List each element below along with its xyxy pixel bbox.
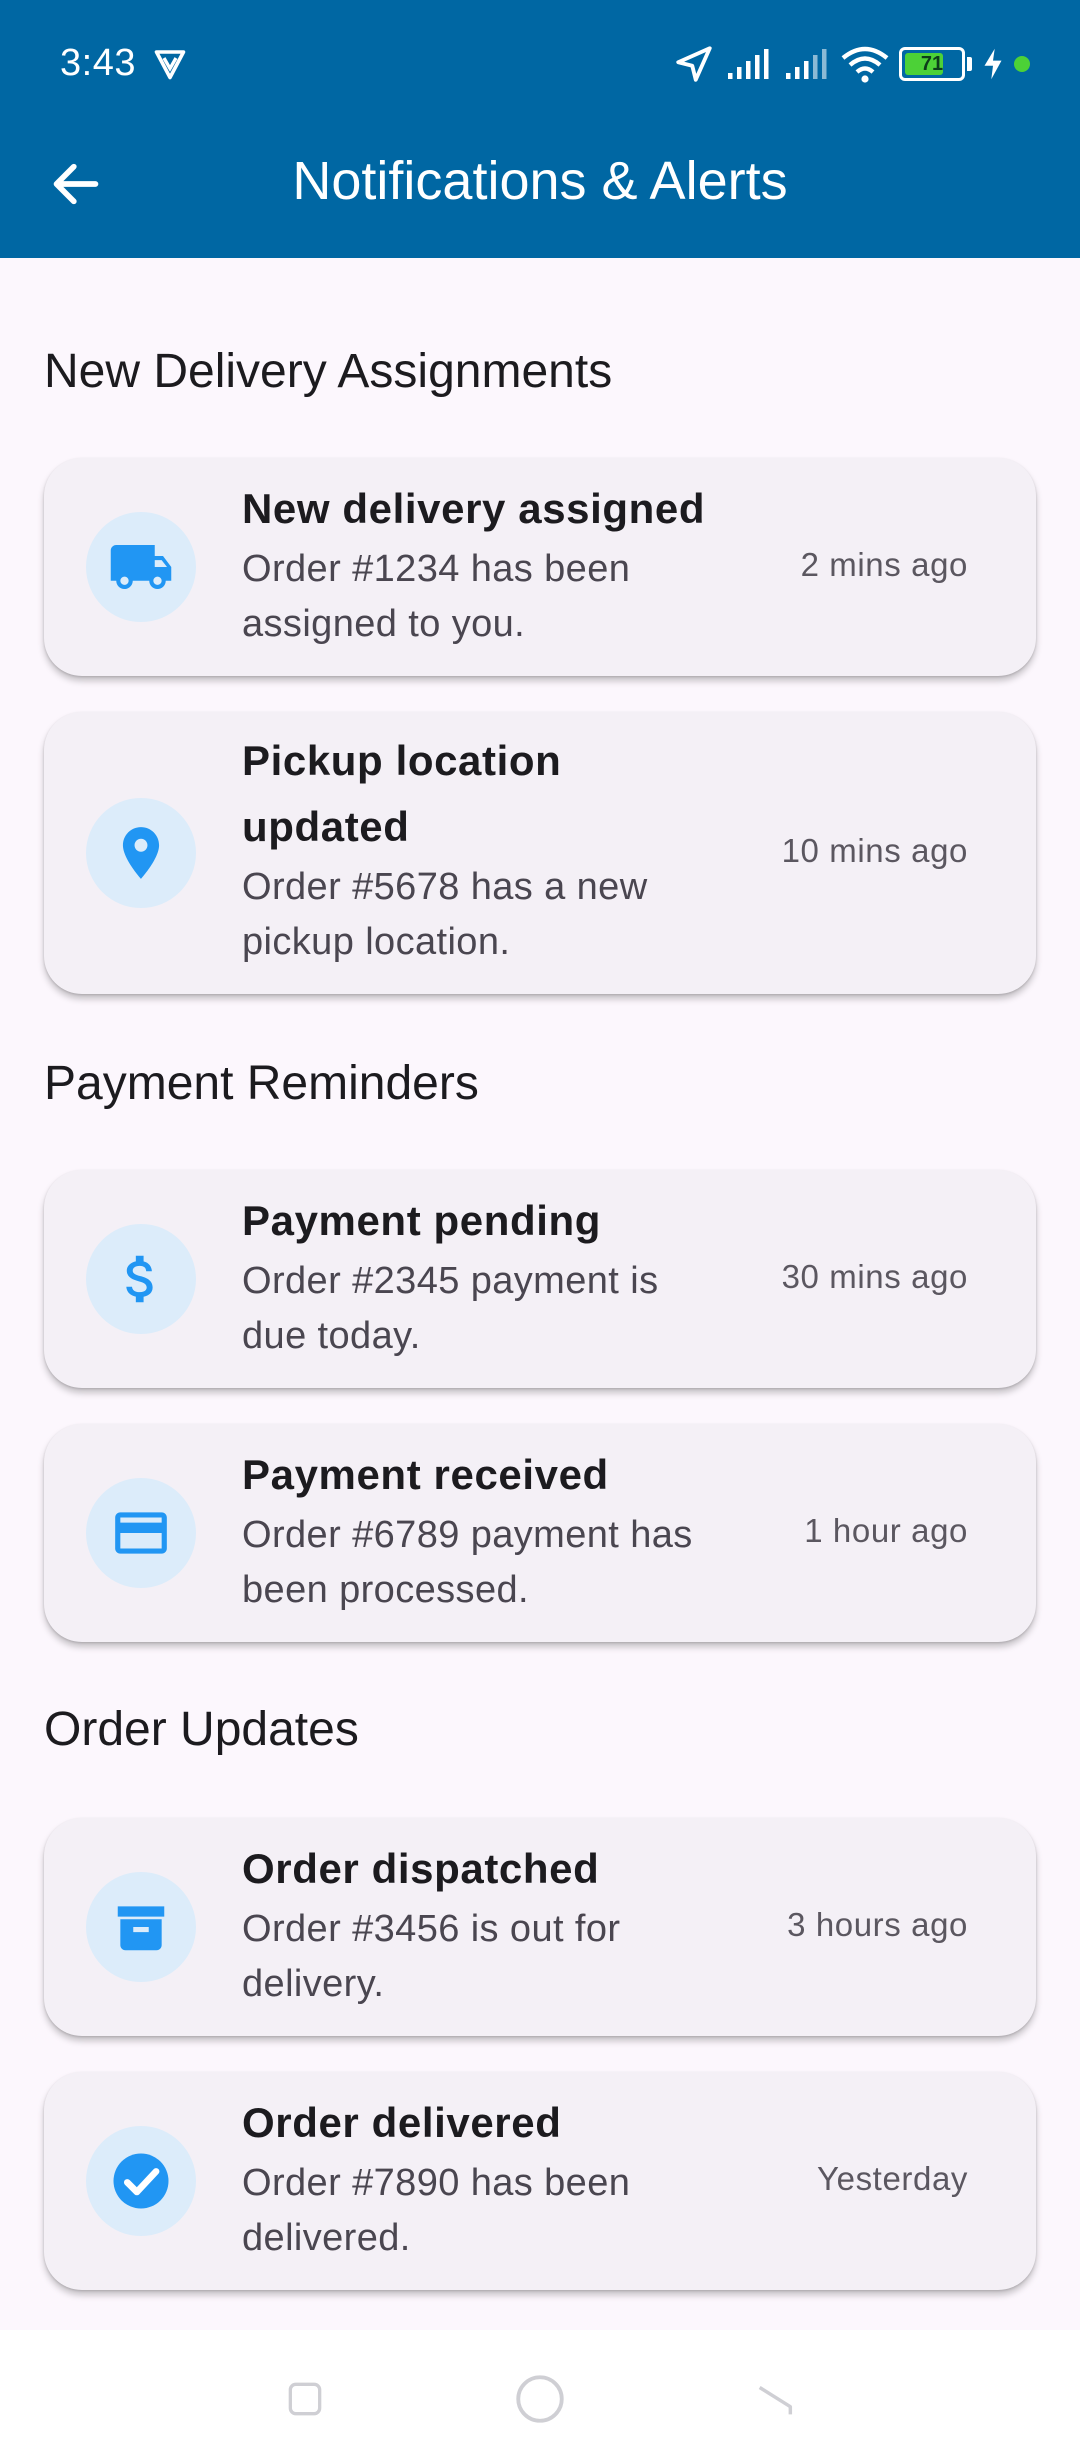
timestamp: Yesterday (817, 2160, 968, 2197)
notification-card-order-dispatched[interactable]: Order dispatched Order #3456 is out for … (44, 1818, 1036, 2036)
card-body-line: Order #3456 is out for (242, 1908, 621, 1950)
dot-indicator (1014, 56, 1030, 72)
battery-icon: 71 (899, 47, 965, 81)
section-title-payment-reminders: Payment Reminders (44, 1057, 479, 1110)
battery-cap (967, 57, 972, 71)
system-back-button[interactable] (740, 2364, 810, 2434)
card-body-line: Order #1234 has been (242, 548, 631, 590)
charging-icon (984, 48, 1002, 80)
card-title: New delivery assigned (242, 476, 762, 542)
card-body-line: been processed. (242, 1569, 529, 1611)
system-nav-bar (0, 2330, 1080, 2460)
card-body-line: Order #2345 payment is (242, 1260, 659, 1302)
card-title-line: Pickup location (242, 737, 562, 784)
section-title-new-delivery: New Delivery Assignments (44, 345, 613, 398)
card-body-line: delivered. (242, 2217, 411, 2259)
status-time: 3:43 (60, 42, 136, 84)
home-circle-icon (516, 2375, 564, 2423)
card-body: Order #3456 is out for delivery. (242, 1902, 722, 2012)
card-title-line: Payment pending (242, 1197, 602, 1244)
card-body-line: Order #7890 has been (242, 2162, 631, 2204)
notification-card-new-delivery[interactable]: New delivery assigned Order #1234 has be… (44, 458, 1036, 676)
icon-circle (86, 512, 196, 622)
notification-card-payment-pending[interactable]: Payment pending Order #2345 payment is d… (44, 1170, 1036, 1388)
card-body-line: Order #5678 has a new (242, 866, 648, 908)
icon-circle (86, 2126, 196, 2236)
card-body: Order #2345 payment is due today. (242, 1254, 722, 1364)
timestamp: 2 mins ago (800, 546, 968, 583)
card-title-line: updated (242, 803, 410, 850)
vpn-icon (154, 50, 186, 80)
app-bar: 3:43 71 Notifications & Alerts (0, 0, 1080, 258)
archive-box-icon (117, 1906, 165, 1951)
timestamp: 3 hours ago (787, 1906, 968, 1943)
card-title-line: Order dispatched (242, 1845, 600, 1892)
status-bar: 3:43 71 (0, 0, 1080, 128)
card-title: Payment pending (242, 1188, 762, 1254)
notification-card-payment-received[interactable]: Payment received Order #6789 payment has… (44, 1424, 1036, 1642)
card-title-line: Payment received (242, 1451, 609, 1498)
signal-icon (728, 49, 769, 79)
timestamp: 10 mins ago (781, 832, 968, 869)
truck-icon (110, 545, 172, 589)
icon-circle (86, 1224, 196, 1334)
card-title: Order dispatched (242, 1836, 762, 1902)
battery-level: 71 (920, 52, 944, 75)
card-title: Order delivered (242, 2090, 762, 2156)
back-triangle-icon (758, 2386, 793, 2415)
status-icons: 71 (673, 40, 1030, 88)
location-pin-icon (122, 827, 160, 879)
card-body-line: due today. (242, 1315, 421, 1357)
card-body: Order #5678 has a new pickup location. (242, 860, 722, 970)
card-body-line: assigned to you. (242, 603, 526, 645)
card-body-line: pickup location. (242, 921, 511, 963)
card-body: Order #7890 has been delivered. (242, 2156, 722, 2266)
notification-card-order-delivered[interactable]: Order delivered Order #7890 has been del… (44, 2072, 1036, 2290)
card-body: Order #6789 payment has been processed. (242, 1508, 722, 1618)
timestamp: 1 hour ago (804, 1512, 968, 1549)
card-body-line: delivery. (242, 1963, 385, 2005)
card-body: Order #1234 has been assigned to you. (242, 542, 722, 652)
icon-circle (86, 1872, 196, 1982)
timestamp: 30 mins ago (781, 1258, 968, 1295)
location-arrow-icon (676, 46, 712, 82)
recents-button[interactable] (270, 2364, 340, 2434)
home-button[interactable] (505, 2364, 575, 2434)
card-body-line: Order #6789 payment has (242, 1514, 693, 1556)
card-title: Payment received (242, 1442, 762, 1508)
section-title-order-updates: Order Updates (44, 1703, 359, 1756)
page-title: Notifications & Alerts (292, 151, 788, 211)
card-title-line: Order delivered (242, 2099, 562, 2146)
icon-circle (86, 1478, 196, 1588)
signal-icon (786, 49, 827, 79)
wifi-icon (841, 46, 889, 83)
recents-square-icon (288, 2382, 322, 2416)
check-circle-icon (113, 2153, 169, 2209)
dollar-icon (126, 1255, 153, 1303)
card-title-line: New delivery assigned (242, 485, 706, 532)
icon-circle (86, 798, 196, 908)
notification-card-pickup-updated[interactable]: Pickup location updated Order #5678 has … (44, 712, 1036, 994)
credit-card-icon (115, 1512, 167, 1554)
card-title: Pickup location updated (242, 728, 762, 860)
